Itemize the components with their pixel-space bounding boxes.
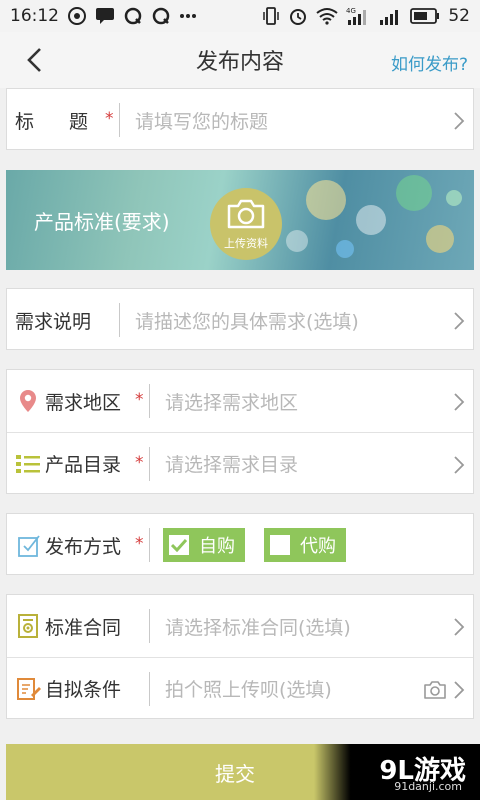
title-input[interactable]: 请填写您的标题	[135, 107, 268, 134]
qq-icon	[123, 6, 143, 26]
checked-box	[169, 535, 189, 555]
contract-icon	[18, 614, 38, 638]
back-icon	[27, 48, 41, 72]
option-label: 代购	[300, 536, 336, 557]
banner-label: 产品标准(要求)	[34, 210, 170, 234]
title-label: 标 题	[15, 110, 97, 133]
requirement-label: 需求说明	[15, 310, 92, 333]
submit-label: 提交	[215, 761, 255, 786]
publish-method-label: 发布方式	[45, 535, 122, 558]
option-proxy-purchase-checkbox[interactable]: 代购	[264, 528, 346, 562]
region-catalog-card: 需求地区 * 请选择需求地区 产品目录 * 请选择需求目录	[6, 369, 474, 494]
region-select[interactable]: 请选择需求地区	[165, 388, 298, 415]
conditions-label: 自拟条件	[45, 679, 122, 701]
camera-icon[interactable]	[423, 680, 447, 700]
divider	[149, 384, 150, 418]
more-dots-icon	[179, 13, 197, 19]
region-row[interactable]: 需求地区 * 请选择需求地区	[7, 370, 473, 432]
requirement-row[interactable]: 需求说明 请描述您的具体需求(选填)	[7, 289, 473, 351]
location-pin-icon	[20, 390, 36, 412]
checkbox-icon	[18, 535, 40, 557]
contract-label: 标准合同	[45, 616, 122, 639]
required-mark: *	[135, 390, 144, 410]
publish-method-card: 发布方式 * 自购 代购	[6, 513, 474, 575]
option-label: 自购	[199, 536, 235, 557]
divider	[119, 103, 120, 137]
back-button[interactable]	[22, 46, 50, 74]
required-mark: *	[105, 109, 114, 129]
app-header: 发布内容 如何发布?	[0, 32, 480, 88]
chevron-right-icon	[454, 393, 465, 411]
region-label: 需求地区	[45, 391, 122, 414]
battery-level: 52	[448, 6, 470, 26]
catalog-label: 产品目录	[45, 454, 122, 476]
camera-icon	[227, 199, 265, 229]
signal-icon	[378, 6, 402, 26]
wifi-icon	[316, 7, 338, 25]
divider	[149, 609, 150, 643]
edit-icon	[17, 678, 41, 700]
sync-icon	[67, 6, 87, 26]
message-icon	[95, 7, 115, 25]
chevron-right-icon	[454, 681, 465, 699]
bokeh-light	[306, 180, 346, 220]
title-card: 标 题 * 请填写您的标题	[6, 88, 474, 150]
signal-4g-icon: 4G	[346, 6, 370, 26]
watermark-site: 91danji.com	[394, 780, 462, 793]
publish-method-row: 发布方式 * 自购 代购	[7, 514, 473, 576]
status-bar: 16:12 4G 52	[0, 0, 480, 32]
required-mark: *	[135, 534, 144, 554]
required-mark: *	[135, 453, 144, 473]
chevron-right-icon	[454, 456, 465, 474]
divider	[149, 672, 150, 706]
conditions-row[interactable]: 自拟条件 拍个照上传呗(选填)	[7, 657, 473, 719]
bokeh-light	[356, 205, 386, 235]
chevron-right-icon	[454, 112, 465, 130]
network-label: 4G	[346, 7, 356, 15]
battery-icon	[410, 8, 440, 24]
bokeh-light	[336, 240, 354, 258]
requirement-input[interactable]: 请描述您的具体需求(选填)	[135, 307, 359, 334]
chevron-right-icon	[454, 618, 465, 636]
option-self-purchase-checkbox[interactable]: 自购	[163, 528, 245, 562]
how-to-publish-link[interactable]: 如何发布?	[391, 50, 468, 75]
divider	[149, 447, 150, 481]
contract-conditions-card: 标准合同 请选择标准合同(选填) 自拟条件 拍个照上传呗(选填)	[6, 594, 474, 719]
conditions-input[interactable]: 拍个照上传呗(选填)	[165, 675, 332, 702]
qq-icon-2	[151, 6, 171, 26]
vibrate-icon	[262, 6, 280, 26]
title-row[interactable]: 标 题 * 请填写您的标题	[7, 89, 473, 151]
contract-select[interactable]: 请选择标准合同(选填)	[165, 613, 351, 640]
status-time: 16:12	[10, 6, 59, 26]
upload-materials-button[interactable]: 上传资料	[210, 188, 282, 260]
contract-row[interactable]: 标准合同 请选择标准合同(选填)	[7, 595, 473, 657]
catalog-row[interactable]: 产品目录 * 请选择需求目录	[7, 432, 473, 494]
divider	[149, 528, 150, 562]
product-standard-banner: 产品标准(要求) 上传资料	[6, 170, 474, 270]
bokeh-light	[446, 190, 462, 206]
watermark: 9L游戏 91danji.com	[314, 744, 480, 800]
requirement-card: 需求说明 请描述您的具体需求(选填)	[6, 288, 474, 350]
alarm-icon	[288, 6, 308, 26]
catalog-select[interactable]: 请选择需求目录	[165, 450, 298, 477]
divider	[119, 303, 120, 337]
unchecked-box	[270, 535, 290, 555]
chevron-right-icon	[454, 312, 465, 330]
bokeh-light	[286, 230, 308, 252]
list-icon	[16, 455, 40, 473]
bokeh-light	[426, 225, 454, 253]
checkmark-icon	[171, 538, 187, 552]
upload-label: 上传资料	[224, 237, 268, 250]
bokeh-light	[396, 175, 432, 211]
